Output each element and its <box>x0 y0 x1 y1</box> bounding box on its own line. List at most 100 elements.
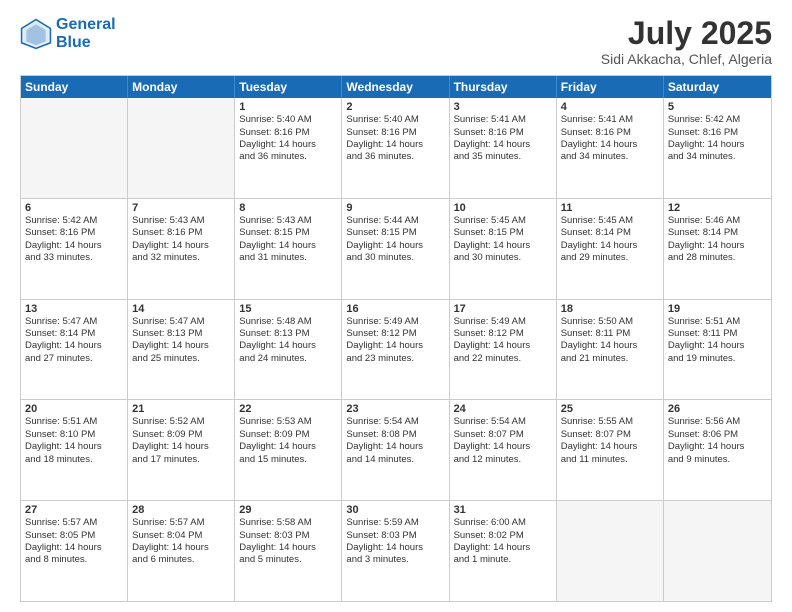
cell-info-line: and 25 minutes. <box>132 353 230 365</box>
day-number: 21 <box>132 403 230 415</box>
weekday-header-friday: Friday <box>557 76 664 98</box>
cell-info-line: Sunset: 8:11 PM <box>668 328 767 340</box>
day-number: 6 <box>25 202 123 214</box>
calendar-day-12: 12Sunrise: 5:46 AMSunset: 8:14 PMDayligh… <box>664 199 771 299</box>
cell-info-line: Daylight: 14 hours <box>346 340 444 352</box>
cell-info-line: and 32 minutes. <box>132 252 230 264</box>
cell-info-line: Sunrise: 6:00 AM <box>454 517 552 529</box>
day-number: 22 <box>239 403 337 415</box>
cell-info-line: Sunrise: 5:41 AM <box>454 114 552 126</box>
day-number: 1 <box>239 101 337 113</box>
cell-info-line: Sunrise: 5:49 AM <box>346 316 444 328</box>
cell-info-line: Sunset: 8:07 PM <box>561 429 659 441</box>
calendar-day-21: 21Sunrise: 5:52 AMSunset: 8:09 PMDayligh… <box>128 400 235 500</box>
cell-info-line: and 23 minutes. <box>346 353 444 365</box>
cell-info-line: Sunset: 8:03 PM <box>239 530 337 542</box>
cell-info-line: and 35 minutes. <box>454 151 552 163</box>
day-number: 11 <box>561 202 659 214</box>
day-number: 25 <box>561 403 659 415</box>
day-number: 8 <box>239 202 337 214</box>
cell-info-line: Sunrise: 5:40 AM <box>346 114 444 126</box>
month-title: July 2025 <box>601 16 772 51</box>
calendar-day-27: 27Sunrise: 5:57 AMSunset: 8:05 PMDayligh… <box>21 501 128 601</box>
cell-info-line: Sunrise: 5:52 AM <box>132 416 230 428</box>
cell-info-line: Sunrise: 5:57 AM <box>132 517 230 529</box>
calendar-day-26: 26Sunrise: 5:56 AMSunset: 8:06 PMDayligh… <box>664 400 771 500</box>
day-number: 16 <box>346 303 444 315</box>
cell-info-line: Daylight: 14 hours <box>132 240 230 252</box>
calendar-row-4: 20Sunrise: 5:51 AMSunset: 8:10 PMDayligh… <box>21 399 771 500</box>
calendar-day-20: 20Sunrise: 5:51 AMSunset: 8:10 PMDayligh… <box>21 400 128 500</box>
cell-info-line: and 28 minutes. <box>668 252 767 264</box>
calendar-day-22: 22Sunrise: 5:53 AMSunset: 8:09 PMDayligh… <box>235 400 342 500</box>
cell-info-line: and 1 minute. <box>454 554 552 566</box>
logo: General Blue <box>20 16 116 51</box>
cell-info-line: Sunrise: 5:53 AM <box>239 416 337 428</box>
cell-info-line: Sunset: 8:16 PM <box>239 127 337 139</box>
calendar-day-24: 24Sunrise: 5:54 AMSunset: 8:07 PMDayligh… <box>450 400 557 500</box>
calendar-day-11: 11Sunrise: 5:45 AMSunset: 8:14 PMDayligh… <box>557 199 664 299</box>
cell-info-line: Daylight: 14 hours <box>668 340 767 352</box>
cell-info-line: Sunset: 8:07 PM <box>454 429 552 441</box>
cell-info-line: Sunrise: 5:42 AM <box>668 114 767 126</box>
cell-info-line: Sunrise: 5:40 AM <box>239 114 337 126</box>
calendar-day-7: 7Sunrise: 5:43 AMSunset: 8:16 PMDaylight… <box>128 199 235 299</box>
day-number: 19 <box>668 303 767 315</box>
calendar: SundayMondayTuesdayWednesdayThursdayFrid… <box>20 75 772 602</box>
cell-info-line: Daylight: 14 hours <box>561 340 659 352</box>
cell-info-line: Daylight: 14 hours <box>454 139 552 151</box>
cell-info-line: and 34 minutes. <box>561 151 659 163</box>
cell-info-line: Daylight: 14 hours <box>454 542 552 554</box>
cell-info-line: and 24 minutes. <box>239 353 337 365</box>
weekday-header-tuesday: Tuesday <box>235 76 342 98</box>
cell-info-line: Sunset: 8:16 PM <box>668 127 767 139</box>
cell-info-line: Sunrise: 5:51 AM <box>25 416 123 428</box>
day-number: 12 <box>668 202 767 214</box>
calendar-row-1: 1Sunrise: 5:40 AMSunset: 8:16 PMDaylight… <box>21 98 771 198</box>
day-number: 5 <box>668 101 767 113</box>
calendar-day-18: 18Sunrise: 5:50 AMSunset: 8:11 PMDayligh… <box>557 300 664 400</box>
cell-info-line: Sunrise: 5:44 AM <box>346 215 444 227</box>
cell-info-line: Sunset: 8:11 PM <box>561 328 659 340</box>
cell-info-line: Daylight: 14 hours <box>561 139 659 151</box>
cell-info-line: Sunset: 8:15 PM <box>239 227 337 239</box>
day-number: 15 <box>239 303 337 315</box>
day-number: 13 <box>25 303 123 315</box>
logo-text: General Blue <box>56 16 116 51</box>
cell-info-line: Daylight: 14 hours <box>239 139 337 151</box>
calendar-day-28: 28Sunrise: 5:57 AMSunset: 8:04 PMDayligh… <box>128 501 235 601</box>
cell-info-line: Sunrise: 5:57 AM <box>25 517 123 529</box>
cell-info-line: Daylight: 14 hours <box>346 139 444 151</box>
logo-icon <box>20 18 52 50</box>
cell-info-line: Daylight: 14 hours <box>25 542 123 554</box>
day-number: 9 <box>346 202 444 214</box>
cell-info-line: Sunrise: 5:58 AM <box>239 517 337 529</box>
cell-info-line: and 8 minutes. <box>25 554 123 566</box>
weekday-header-monday: Monday <box>128 76 235 98</box>
weekday-header-thursday: Thursday <box>450 76 557 98</box>
cell-info-line: and 34 minutes. <box>668 151 767 163</box>
cell-info-line: Sunset: 8:15 PM <box>454 227 552 239</box>
day-number: 17 <box>454 303 552 315</box>
calendar-day-9: 9Sunrise: 5:44 AMSunset: 8:15 PMDaylight… <box>342 199 449 299</box>
cell-info-line: Sunrise: 5:50 AM <box>561 316 659 328</box>
calendar-row-2: 6Sunrise: 5:42 AMSunset: 8:16 PMDaylight… <box>21 198 771 299</box>
cell-info-line: Sunset: 8:15 PM <box>346 227 444 239</box>
cell-info-line: and 17 minutes. <box>132 454 230 466</box>
day-number: 2 <box>346 101 444 113</box>
day-number: 23 <box>346 403 444 415</box>
cell-info-line: and 11 minutes. <box>561 454 659 466</box>
cell-info-line: Daylight: 14 hours <box>132 340 230 352</box>
calendar-day-17: 17Sunrise: 5:49 AMSunset: 8:12 PMDayligh… <box>450 300 557 400</box>
calendar-header: SundayMondayTuesdayWednesdayThursdayFrid… <box>21 76 771 98</box>
day-number: 30 <box>346 504 444 516</box>
cell-info-line: Sunset: 8:02 PM <box>454 530 552 542</box>
cell-info-line: Daylight: 14 hours <box>454 340 552 352</box>
cell-info-line: Daylight: 14 hours <box>561 441 659 453</box>
calendar-day-empty-4-6 <box>664 501 771 601</box>
calendar-day-empty-0-1 <box>128 98 235 198</box>
cell-info-line: Sunrise: 5:43 AM <box>132 215 230 227</box>
cell-info-line: and 3 minutes. <box>346 554 444 566</box>
location: Sidi Akkacha, Chlef, Algeria <box>601 51 772 67</box>
cell-info-line: and 9 minutes. <box>668 454 767 466</box>
